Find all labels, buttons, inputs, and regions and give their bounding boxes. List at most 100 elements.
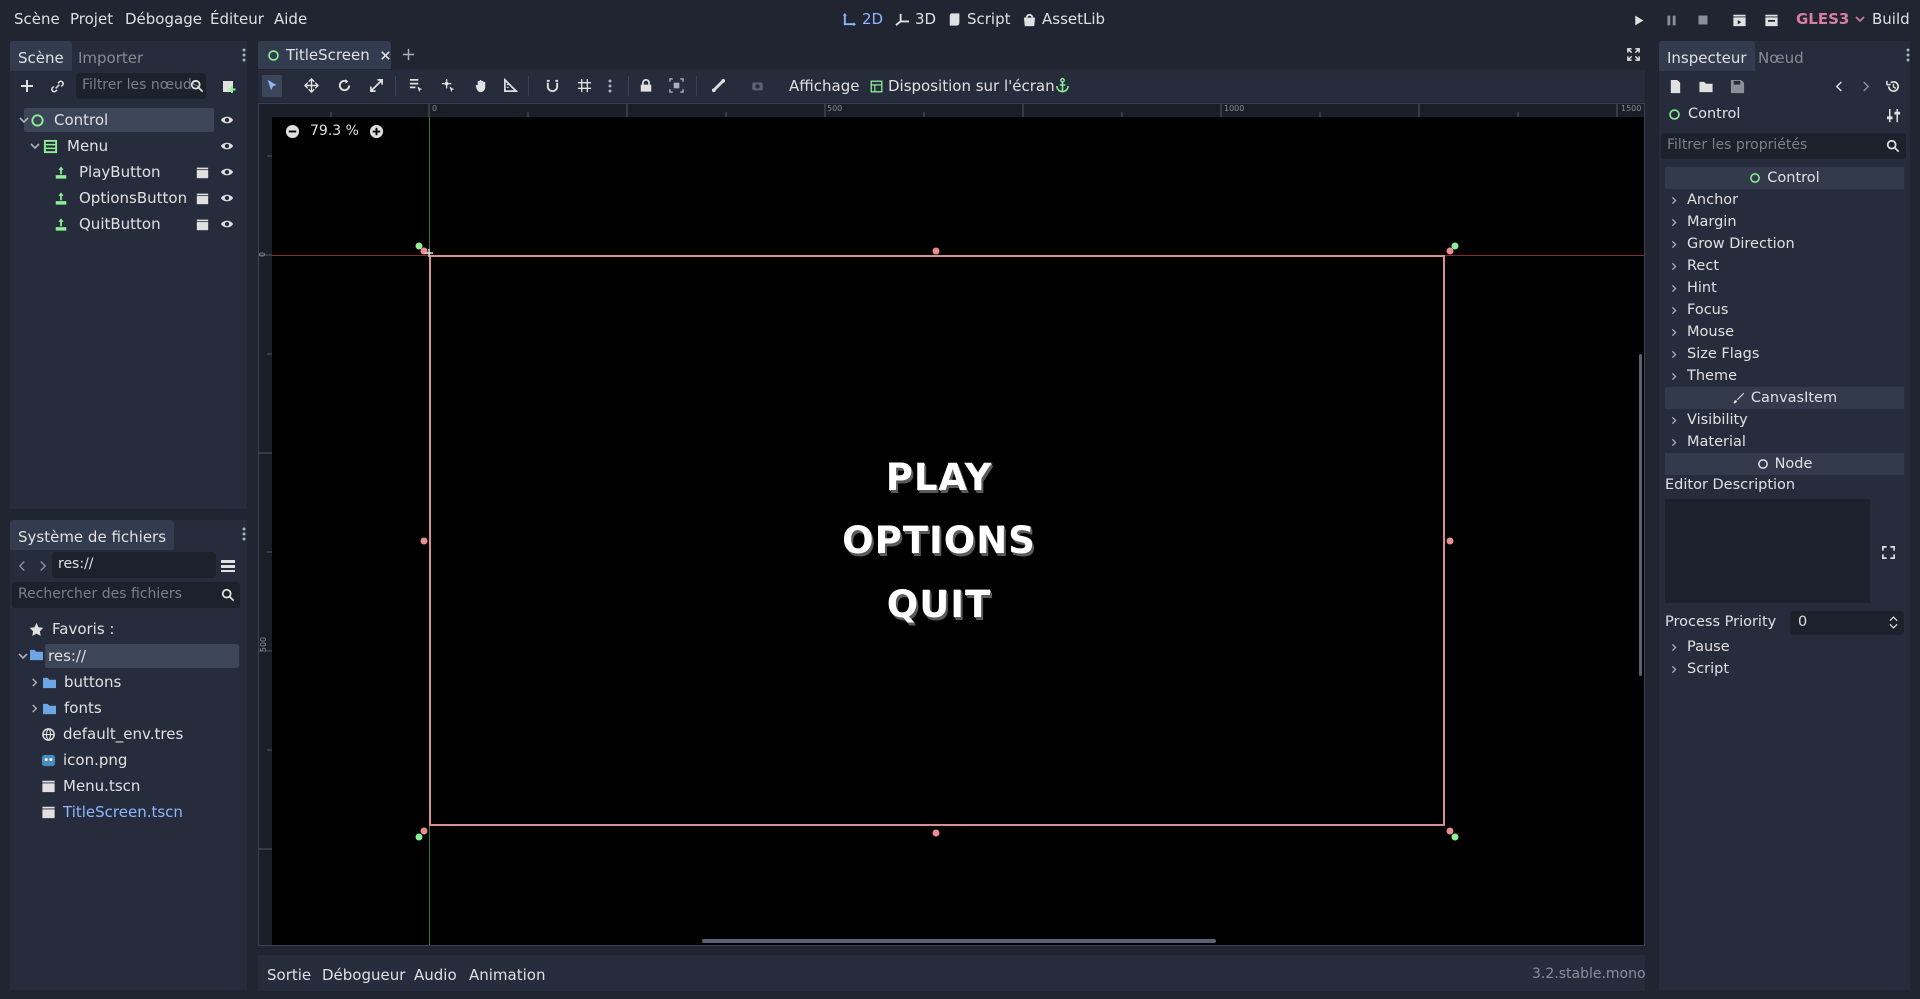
move-mode-icon[interactable]: [304, 78, 319, 93]
collapse-arrow-icon[interactable]: [18, 651, 28, 661]
tab-animation[interactable]: Animation: [469, 966, 545, 984]
vertical-scrollbar[interactable]: [1639, 354, 1642, 676]
path-field[interactable]: res://: [52, 552, 216, 578]
dock-menu-icon[interactable]: [1906, 47, 1910, 63]
pause-button[interactable]: [1660, 10, 1682, 30]
anchor-icon[interactable]: [1055, 77, 1070, 93]
close-icon[interactable]: [380, 50, 391, 61]
build-button[interactable]: Build: [1872, 10, 1910, 28]
file-row-menu-tscn[interactable]: Menu.tscn: [41, 774, 221, 798]
distraction-free-icon[interactable]: [1626, 47, 1641, 62]
file-search-input[interactable]: Rechercher des fichiers: [12, 582, 240, 608]
prop-visibility[interactable]: Visibility: [1670, 409, 1910, 431]
layout-menu[interactable]: Disposition sur l'écran: [870, 77, 1055, 95]
play-custom-scene-button[interactable]: [1760, 10, 1782, 30]
horizontal-scrollbar[interactable]: [702, 939, 1216, 943]
link-icon[interactable]: [50, 79, 65, 94]
prop-pause[interactable]: Pause: [1670, 636, 1910, 658]
workspace-script-button[interactable]: Script: [948, 10, 1011, 28]
tree-node-optionsbutton[interactable]: OptionsButton: [54, 186, 204, 210]
tab-audio[interactable]: Audio: [414, 966, 457, 984]
collapse-arrow-icon[interactable]: [30, 141, 40, 151]
prop-theme[interactable]: Theme: [1670, 365, 1910, 387]
file-row-fonts[interactable]: fonts: [30, 696, 210, 720]
add-node-icon[interactable]: [19, 78, 35, 94]
prop-mouse[interactable]: Mouse: [1670, 321, 1910, 343]
expand-arrow-icon[interactable]: [30, 677, 39, 687]
select-mode-button[interactable]: [262, 75, 282, 97]
visibility-eye-icon[interactable]: [219, 165, 235, 179]
dock-menu-icon[interactable]: [242, 47, 246, 63]
open-instanced-scene-icon[interactable]: [195, 166, 210, 179]
visibility-eye-icon[interactable]: [219, 217, 235, 231]
workspace-2d-button[interactable]: 2D: [842, 10, 883, 28]
ruler-mode-icon[interactable]: [503, 78, 518, 93]
node-filter-input[interactable]: Filtrer les nœuds: [76, 73, 206, 99]
property-filter-input[interactable]: Filtrer les propriétés: [1661, 133, 1906, 159]
prop-rect[interactable]: Rect: [1670, 255, 1910, 277]
scene-tab-titlescreen[interactable]: TitleScreen: [258, 41, 391, 69]
history-back-icon[interactable]: [1835, 80, 1844, 93]
prop-size-flags[interactable]: Size Flags: [1670, 343, 1910, 365]
workspace-3d-button[interactable]: 3D: [895, 10, 936, 28]
file-row-buttons[interactable]: buttons: [30, 670, 210, 694]
options-menu-text[interactable]: OPTIONS: [729, 519, 1149, 562]
tab-import[interactable]: Importer: [70, 41, 151, 71]
prop-hint[interactable]: Hint: [1670, 277, 1910, 299]
rotate-mode-icon[interactable]: [337, 78, 352, 93]
menu-editor[interactable]: Éditeur: [210, 10, 264, 28]
renderer-selector[interactable]: GLES3: [1796, 10, 1865, 28]
smart-snap-icon[interactable]: [545, 78, 560, 93]
history-forward-icon[interactable]: [1861, 80, 1870, 93]
pan-hand-icon[interactable]: [474, 78, 489, 93]
expand-arrow-icon[interactable]: [30, 703, 39, 713]
prop-anchor[interactable]: Anchor: [1670, 189, 1910, 211]
file-row-default-env[interactable]: default_env.tres: [41, 722, 221, 746]
favorites-row[interactable]: Favoris :: [29, 617, 209, 641]
file-row-titlescreen-tscn[interactable]: TitleScreen.tscn: [41, 800, 221, 824]
menu-debug[interactable]: Débogage: [125, 10, 202, 28]
canvas-viewport[interactable]: 0 500 1000 1500 0 500 79.3 % PLAY OPTION…: [258, 103, 1645, 946]
menu-help[interactable]: Aide: [274, 10, 307, 28]
collapse-arrow-icon[interactable]: [19, 115, 29, 125]
workspace-assetlib-button[interactable]: AssetLib: [1022, 10, 1105, 28]
instance-scene-icon[interactable]: [221, 78, 237, 94]
snap-options-icon[interactable]: [608, 78, 612, 94]
camera-override-icon[interactable]: [750, 79, 765, 93]
list-select-icon[interactable]: [408, 78, 423, 93]
dock-menu-icon[interactable]: [242, 526, 246, 542]
split-view-icon[interactable]: [219, 558, 237, 574]
prop-material[interactable]: Material: [1670, 431, 1910, 453]
group-icon[interactable]: [669, 78, 684, 93]
stop-button[interactable]: [1692, 10, 1714, 30]
load-folder-icon[interactable]: [1698, 79, 1714, 94]
process-priority-spinbox[interactable]: 0: [1790, 611, 1904, 635]
bone-icon[interactable]: [711, 78, 726, 93]
prop-script[interactable]: Script: [1670, 658, 1910, 680]
prop-margin[interactable]: Margin: [1670, 211, 1910, 233]
open-instanced-scene-icon[interactable]: [195, 192, 210, 205]
tree-node-menu[interactable]: Menu: [30, 134, 210, 158]
edit-pivot-icon[interactable]: [441, 78, 456, 93]
prop-grow-direction[interactable]: Grow Direction: [1670, 233, 1910, 255]
scale-mode-icon[interactable]: [369, 78, 384, 93]
forward-arrow-icon[interactable]: [38, 559, 47, 573]
tree-node-control[interactable]: Control: [19, 108, 214, 132]
visibility-eye-icon[interactable]: [219, 113, 235, 127]
menu-scene[interactable]: Scène: [14, 10, 60, 28]
object-properties-icon[interactable]: [1886, 108, 1901, 123]
tab-scene[interactable]: Scène: [10, 41, 72, 71]
play-button[interactable]: [1627, 10, 1649, 30]
play-menu-text[interactable]: PLAY: [729, 456, 1149, 499]
prop-focus[interactable]: Focus: [1670, 299, 1910, 321]
editor-description-field[interactable]: [1665, 499, 1870, 603]
tree-node-playbutton[interactable]: PlayButton: [54, 160, 204, 184]
grid-snap-icon[interactable]: [577, 78, 592, 93]
spinbox-arrows-icon[interactable]: [1889, 616, 1898, 629]
expand-editor-icon[interactable]: [1881, 545, 1896, 560]
tree-node-quitbutton[interactable]: QuitButton: [54, 212, 204, 236]
save-icon[interactable]: [1730, 79, 1745, 94]
back-arrow-icon[interactable]: [18, 559, 27, 573]
visibility-eye-icon[interactable]: [219, 191, 235, 205]
file-row-icon-png[interactable]: icon.png: [41, 748, 221, 772]
